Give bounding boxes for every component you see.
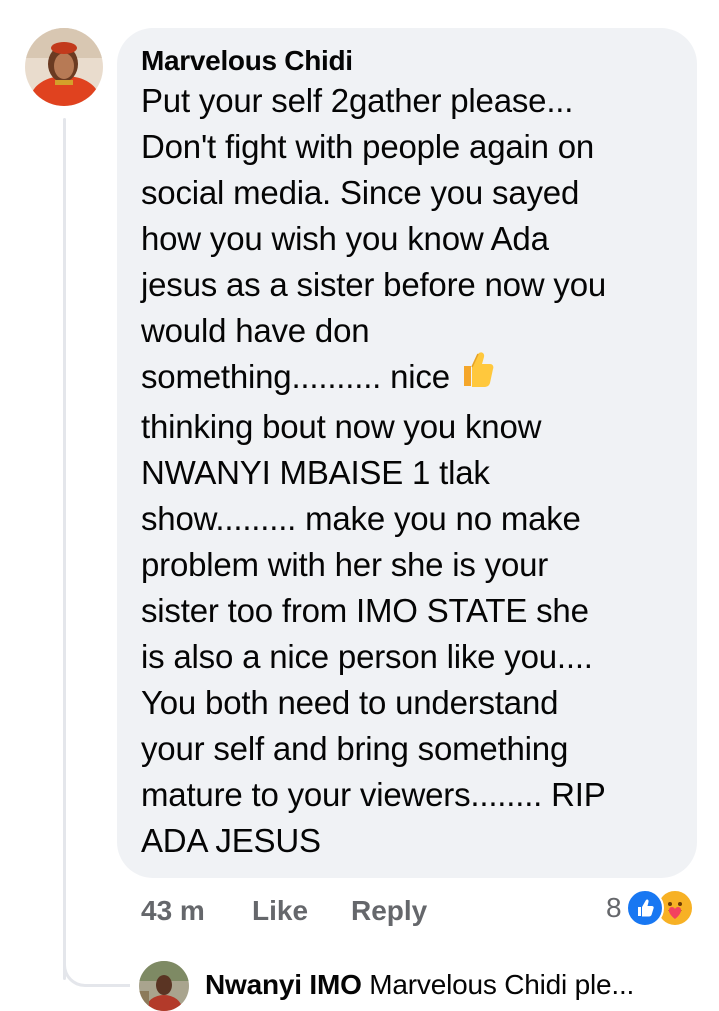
thread-branch [63, 950, 130, 987]
comment-line: something.......... nice [141, 358, 450, 395]
comment-line: problem with her she is your [141, 546, 549, 584]
comment-actions: 43 m Like Reply [141, 893, 427, 929]
reply-author[interactable]: Nwanyi IMO [205, 969, 362, 1000]
reply-button[interactable]: Reply [351, 893, 427, 929]
comment-line: Don't fight with people again on [141, 128, 595, 165]
comment-line: how you wish you know Ada [141, 220, 549, 257]
reply-preview[interactable]: Nwanyi IMO Marvelous Chidi ple... [205, 966, 634, 1004]
comment-timestamp[interactable]: 43 m [141, 893, 252, 929]
comment-line: ADA JESUS [141, 822, 321, 860]
comment-line: You both need to understand [141, 684, 559, 722]
comment-line: mature to your viewers........ RIP [141, 776, 606, 814]
comment-line: is also a nice person like you.... [141, 638, 593, 676]
comment-bubble: Marvelous Chidi Put your self 2gather pl… [117, 28, 697, 878]
reaction-count: 8 [606, 892, 622, 923]
reply-avatar-image [139, 961, 189, 1011]
thumbs-up-icon [458, 350, 494, 400]
comment-line: Put your self 2gather please... [141, 82, 574, 119]
like-button[interactable]: Like [252, 893, 351, 929]
comment-line: thinking bout now you know [141, 408, 542, 446]
comment-line: your self and bring something [141, 730, 569, 768]
avatar-image [25, 28, 103, 106]
comment-line: social media. Since you sayed [141, 174, 580, 211]
comment-line: NWANYI MBAISE 1 tlak [141, 454, 490, 492]
reaction-summary[interactable]: 8 [606, 888, 694, 928]
like-reaction-icon [625, 889, 664, 927]
comment-line: show......... make you no make [141, 500, 581, 538]
avatar[interactable] [25, 28, 103, 106]
comment-line: jesus as a sister before now you [141, 266, 607, 303]
reply-text: Marvelous Chidi ple... [369, 969, 635, 1000]
reply-avatar[interactable] [139, 961, 189, 1011]
thread-line [63, 118, 66, 980]
comment-text: Put your self 2gather please... Don't fi… [141, 78, 681, 864]
comment-line: sister too from IMO STATE she [141, 592, 589, 630]
comment-line-with-emoji: something.......... nice [141, 352, 681, 404]
comment-line: would have don [141, 312, 370, 349]
comment-author[interactable]: Marvelous Chidi [141, 44, 673, 78]
